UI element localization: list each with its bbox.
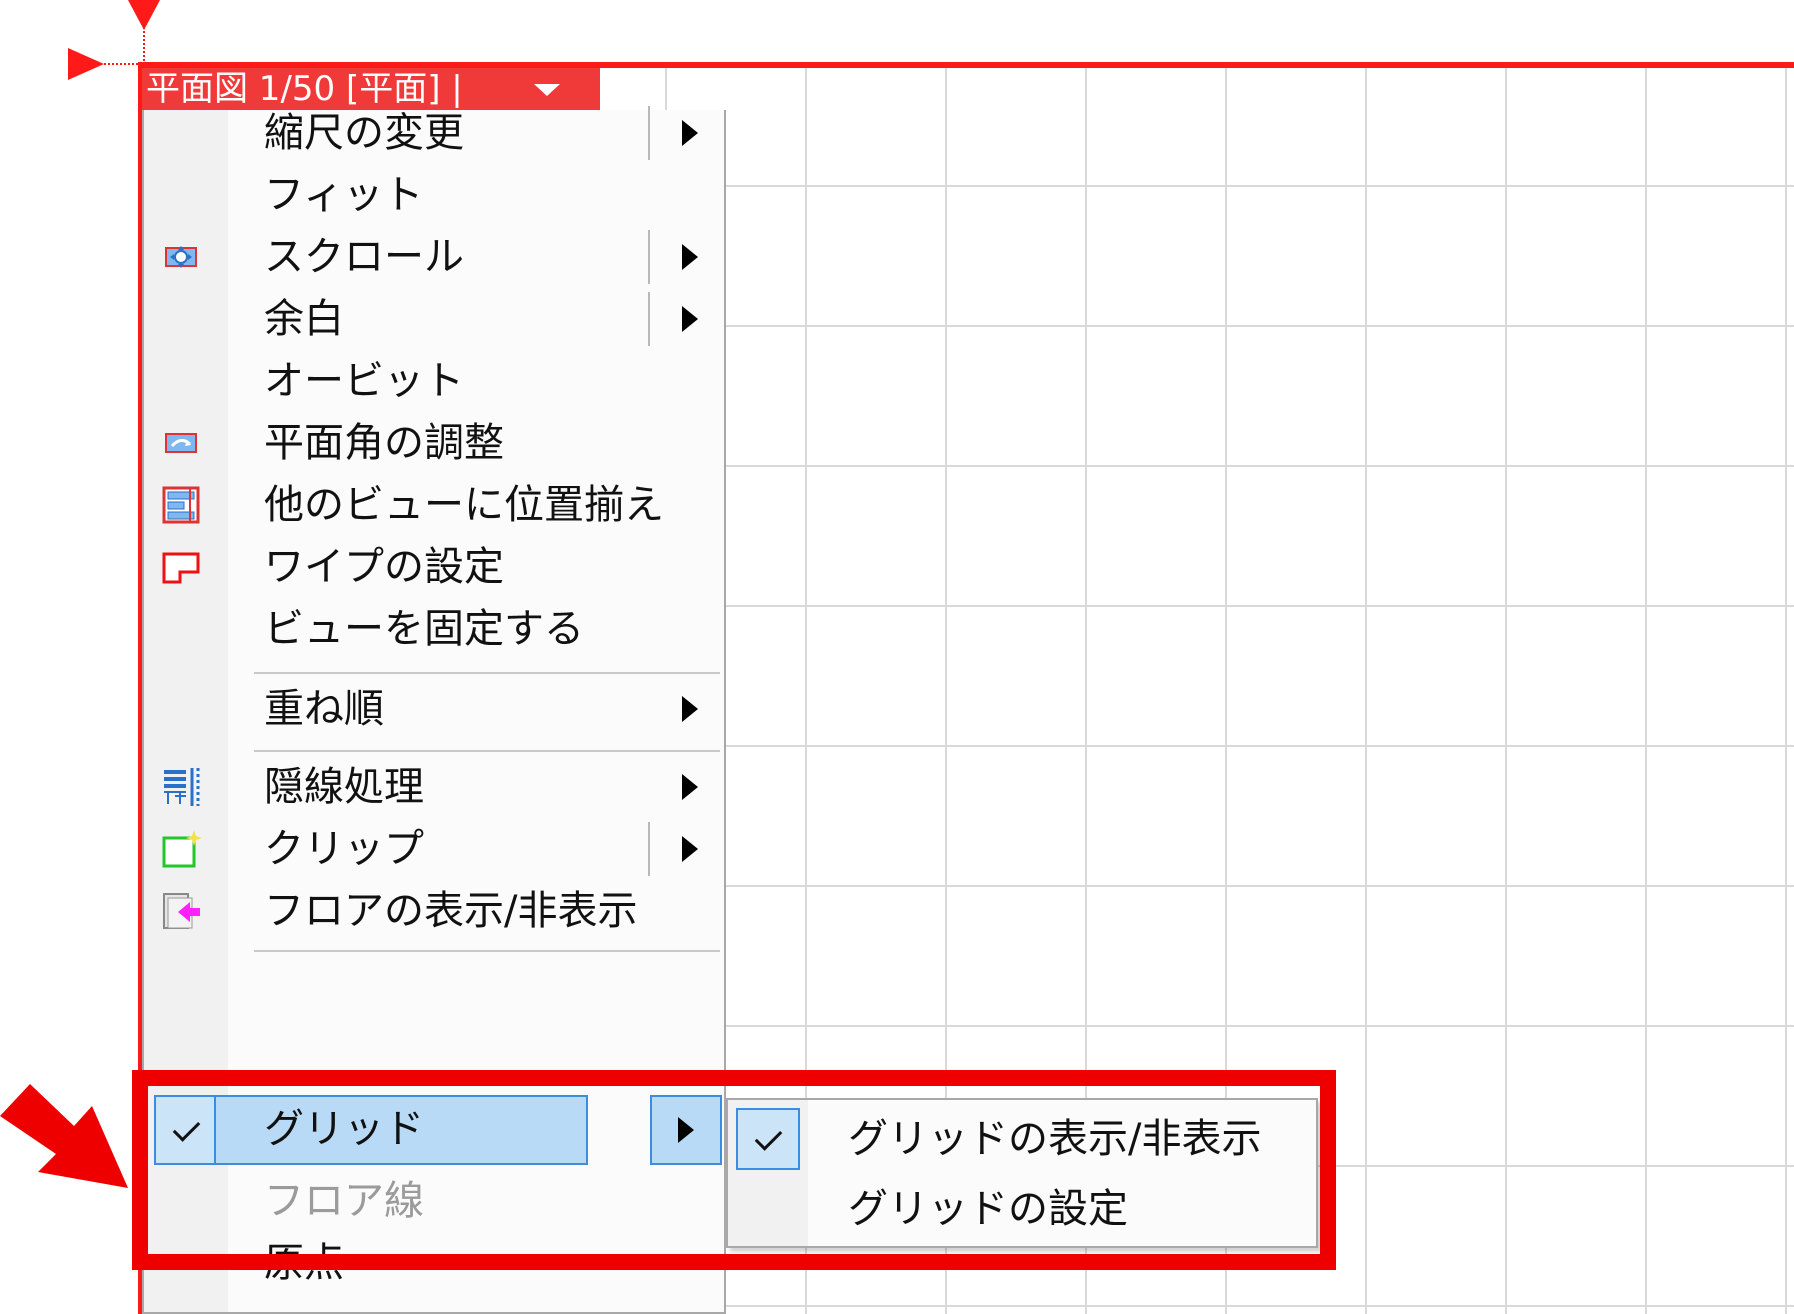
- menu-item-label: 重ね順: [264, 686, 384, 732]
- submenu-divider: [648, 230, 650, 284]
- menu-item-fit[interactable]: フィット: [144, 160, 724, 230]
- menu-item-align-views[interactable]: 他のビューに位置揃え: [144, 470, 724, 540]
- annotation-highlight-box: [132, 1070, 1336, 1270]
- menu-item-label: オービット: [264, 358, 464, 404]
- menu-item-label: 余白: [264, 296, 344, 342]
- menu-item-label: フィット: [264, 172, 424, 218]
- menu-item-label: スクロール: [264, 234, 464, 280]
- menu-item-label: 隠線処理: [264, 764, 424, 810]
- menu-item-hidden-line[interactable]: 隠線処理: [144, 752, 724, 822]
- menu-item-margin[interactable]: 余白: [144, 284, 724, 354]
- menu-item-plan-angle[interactable]: 平面角の調整: [144, 408, 724, 478]
- submenu-arrow-icon: [682, 244, 698, 270]
- menu-item-lock-view[interactable]: ビューを固定する: [144, 594, 724, 664]
- submenu-divider: [648, 292, 650, 346]
- floor-toggle-icon: [160, 890, 202, 932]
- clip-icon: [160, 828, 202, 870]
- wipe-icon: [160, 546, 202, 588]
- submenu-arrow-icon: [682, 774, 698, 800]
- triangle-down-icon[interactable]: [534, 84, 560, 96]
- align-views-icon: [160, 484, 202, 526]
- origin-marker-left-icon: [68, 48, 104, 80]
- menu-separator: [254, 950, 720, 952]
- menu-item-floor-visibility[interactable]: フロアの表示/非表示: [144, 876, 724, 946]
- menu-item-label: 他のビューに位置揃え: [264, 482, 664, 528]
- annotation-arrow-icon: [0, 1084, 128, 1188]
- menu-item-orbit[interactable]: オービット: [144, 346, 724, 416]
- submenu-arrow-icon: [682, 306, 698, 332]
- origin-guide-vertical: [143, 24, 145, 64]
- menu-item-label: クリップ: [264, 826, 424, 872]
- menu-item-scroll[interactable]: スクロール: [144, 222, 724, 292]
- menu-item-label: ワイプの設定: [264, 544, 504, 590]
- plan-angle-icon: [160, 422, 202, 464]
- submenu-divider: [648, 822, 650, 876]
- menu-item-change-scale[interactable]: 縮尺の変更: [144, 98, 724, 168]
- submenu-arrow-icon: [682, 836, 698, 862]
- submenu-arrow-icon: [682, 120, 698, 146]
- submenu-arrow-icon: [682, 696, 698, 722]
- menu-item-label: 縮尺の変更: [264, 110, 464, 156]
- menu-item-wipe-settings[interactable]: ワイプの設定: [144, 532, 724, 602]
- menu-item-label: フロアの表示/非表示: [264, 888, 638, 934]
- submenu-divider: [648, 106, 650, 160]
- menu-item-label: ビューを固定する: [264, 606, 584, 652]
- hidden-line-icon: [160, 766, 202, 808]
- origin-guide-horizontal: [100, 63, 142, 65]
- scroll-icon: [160, 236, 202, 278]
- menu-item-clip[interactable]: クリップ: [144, 814, 724, 884]
- menu-item-label: 平面角の調整: [264, 420, 504, 466]
- menu-item-draw-order[interactable]: 重ね順: [144, 674, 724, 744]
